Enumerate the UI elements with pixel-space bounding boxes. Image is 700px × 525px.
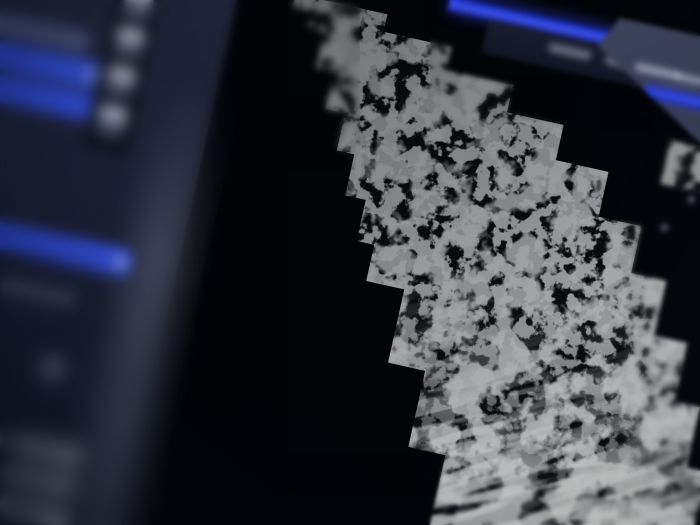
- tool-icon: [97, 103, 129, 131]
- tool-button-2[interactable]: [111, 25, 147, 64]
- speck: [661, 224, 668, 231]
- tool-button-4[interactable]: [93, 103, 129, 142]
- tool-icon: [105, 64, 137, 92]
- screen: [0, 0, 700, 525]
- row-glow-icon: [110, 252, 130, 272]
- photographed-monitor: [0, 0, 700, 525]
- tool-button-3[interactable]: [102, 64, 138, 103]
- menu-text-smudge: [547, 42, 592, 61]
- panel-text-smudge: [634, 62, 681, 81]
- panel-text-smudge: [674, 72, 700, 86]
- speck: [688, 196, 695, 203]
- tool-icon: [114, 25, 146, 53]
- tool-button-1[interactable]: [119, 0, 155, 25]
